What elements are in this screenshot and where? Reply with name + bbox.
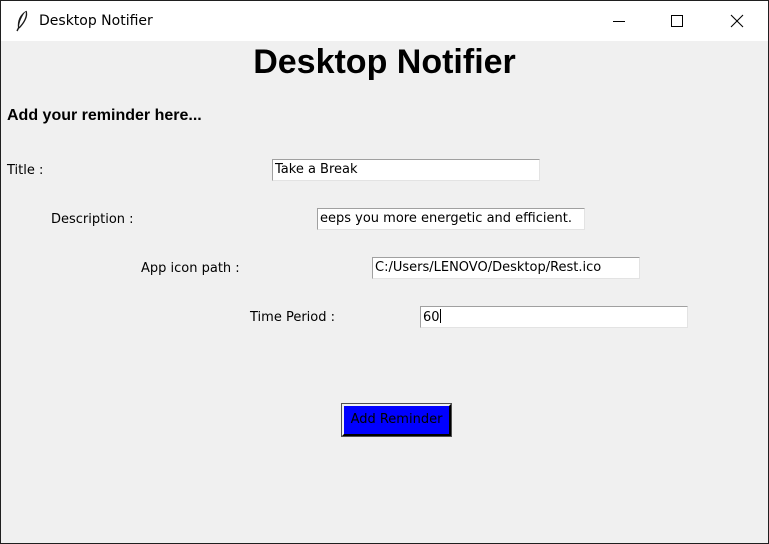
- time-period-input-value: 60: [423, 310, 440, 325]
- close-icon: [730, 14, 744, 28]
- section-heading: Add your reminder here...: [7, 107, 202, 124]
- title-label: Title :: [7, 163, 44, 178]
- add-reminder-button[interactable]: Add Reminder: [341, 403, 452, 437]
- title-bar[interactable]: Desktop Notifier: [1, 1, 768, 41]
- time-period-input[interactable]: 60: [420, 306, 688, 328]
- page-title: Desktop Notifier: [253, 43, 516, 81]
- icon-path-label: App icon path :: [141, 261, 240, 276]
- minimize-icon: [613, 21, 625, 22]
- text-caret: [439, 309, 441, 323]
- description-input[interactable]: eeps you more energetic and efficient.: [317, 208, 585, 230]
- minimize-button[interactable]: [596, 1, 642, 41]
- close-button[interactable]: [714, 1, 760, 41]
- title-input-value: Take a Break: [275, 162, 358, 177]
- feather-icon: [15, 10, 29, 32]
- maximize-icon: [671, 15, 683, 27]
- icon-path-input[interactable]: C:/Users/LENOVO/Desktop/Rest.ico: [372, 257, 640, 279]
- description-input-value: eeps you more energetic and efficient.: [320, 211, 572, 226]
- maximize-button[interactable]: [654, 1, 700, 41]
- window-title: Desktop Notifier: [39, 13, 153, 29]
- icon-path-input-value: C:/Users/LENOVO/Desktop/Rest.ico: [375, 260, 602, 275]
- description-label: Description :: [51, 212, 134, 227]
- time-period-label: Time Period :: [250, 310, 335, 325]
- title-input[interactable]: Take a Break: [272, 159, 540, 181]
- app-window: Desktop Notifier Desktop Notifier Add yo…: [0, 0, 769, 544]
